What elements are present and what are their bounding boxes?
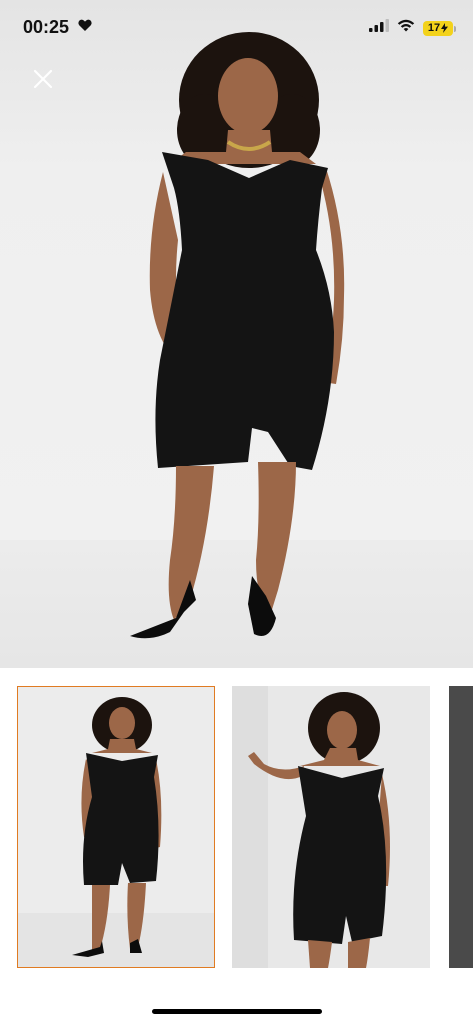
model-illustration: [130, 32, 345, 639]
heart-icon: [78, 19, 92, 37]
battery-level: 17: [427, 22, 441, 34]
close-icon: [33, 69, 53, 89]
close-button[interactable]: [28, 64, 58, 94]
battery-charging-icon: 17: [423, 20, 456, 36]
status-bar: 00:25 17: [0, 0, 473, 58]
status-indicators: 17: [369, 19, 456, 37]
thumbnail-image: [232, 686, 390, 968]
cellular-signal-icon: [369, 19, 389, 37]
thumbnail-gallery[interactable]: [0, 686, 473, 970]
thumbnail-3-partial[interactable]: [449, 686, 473, 968]
thumbnail-1-selected[interactable]: [17, 686, 215, 968]
home-indicator: [152, 1009, 322, 1014]
product-main-image[interactable]: [0, 0, 473, 668]
thumbnail-2[interactable]: [232, 686, 430, 968]
status-time: 00:25: [23, 17, 70, 37]
thumbnail-image: [18, 697, 214, 967]
wifi-icon: [397, 19, 415, 37]
